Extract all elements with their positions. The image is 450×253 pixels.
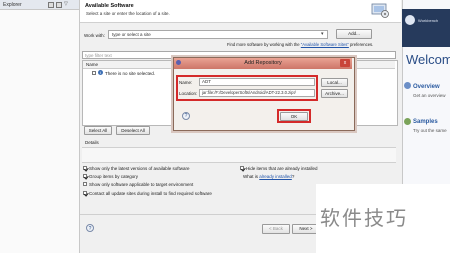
hide-installed-label: Hide items that are already installed bbox=[246, 166, 318, 171]
install-software-icon bbox=[371, 3, 389, 18]
project-explorer-panel bbox=[0, 0, 80, 253]
workbench-label[interactable]: Workbench bbox=[418, 18, 438, 23]
details-area bbox=[82, 147, 396, 163]
option-contact-sites-label: Contact all update sites during install … bbox=[89, 191, 212, 196]
what-is-installed-text: What is already installed? bbox=[243, 174, 295, 179]
dialog-title: Add Repository bbox=[244, 60, 282, 66]
option-group-category-checkbox[interactable] bbox=[83, 174, 87, 178]
samples-icon bbox=[404, 118, 411, 125]
more-software-text: Find more software by working with the "… bbox=[227, 42, 374, 47]
workbench-icon[interactable] bbox=[405, 15, 415, 25]
no-site-message: There is no site selected. bbox=[105, 71, 156, 76]
deselect-all-button[interactable]: Deselect All bbox=[116, 126, 150, 135]
wizard-title: Available Software bbox=[85, 3, 134, 9]
collapse-all-icon[interactable] bbox=[48, 2, 54, 8]
add-site-button[interactable]: Add... bbox=[336, 29, 372, 39]
hide-installed-checkbox[interactable] bbox=[240, 166, 244, 170]
chevron-down-icon[interactable]: ▾ bbox=[321, 31, 324, 37]
option-target-env-label: Show only software applicable to target … bbox=[89, 182, 194, 187]
archive-button[interactable]: Archive... bbox=[321, 89, 348, 98]
column-name-header[interactable]: Name bbox=[86, 62, 98, 67]
location-label: Location: bbox=[179, 91, 198, 96]
ok-button[interactable]: OK bbox=[280, 112, 308, 121]
back-button[interactable]: < Back bbox=[262, 224, 290, 234]
link-editor-icon[interactable] bbox=[56, 2, 62, 8]
already-installed-link[interactable]: already installed bbox=[259, 174, 292, 179]
option-contact-sites-checkbox[interactable] bbox=[83, 191, 87, 195]
project-explorer-tab-label: Explorer bbox=[3, 2, 22, 8]
overview-icon bbox=[404, 82, 411, 89]
details-label: Details bbox=[85, 140, 99, 145]
welcome-title: Welcom bbox=[406, 52, 450, 67]
close-icon[interactable]: x bbox=[340, 59, 350, 67]
wizard-description: Select a site or enter the location of a… bbox=[86, 11, 170, 16]
overview-link[interactable]: Overview bbox=[413, 84, 440, 90]
overview-subtitle: Get an overview bbox=[413, 93, 446, 98]
option-group-category-label: Group items by category bbox=[89, 174, 139, 179]
select-all-button[interactable]: Select All bbox=[84, 126, 112, 135]
dialog-help-icon[interactable]: ? bbox=[182, 112, 190, 120]
tree-item-checkbox[interactable] bbox=[92, 71, 96, 75]
option-target-env-checkbox[interactable] bbox=[83, 182, 87, 186]
samples-link[interactable]: Samples bbox=[413, 119, 438, 125]
watermark-text: 软件技巧 bbox=[320, 206, 408, 230]
work-with-value: type or select a site bbox=[112, 32, 151, 37]
option-latest-versions-checkbox[interactable] bbox=[83, 166, 87, 170]
local-button[interactable]: Local... bbox=[321, 78, 348, 87]
help-icon[interactable]: ? bbox=[86, 224, 94, 232]
work-with-combo[interactable]: type or select a site bbox=[108, 30, 328, 39]
available-software-sites-link[interactable]: "Available Software Sites" bbox=[301, 42, 349, 47]
samples-subtitle: Try out the same bbox=[413, 128, 447, 133]
option-latest-versions-label: Show only the latest versions of availab… bbox=[89, 166, 190, 171]
name-label: Name: bbox=[179, 80, 193, 85]
location-input[interactable]: jar:file:/F:/DeveloperSofts/Android/ADT-… bbox=[199, 89, 315, 97]
work-with-label: Work with: bbox=[84, 33, 105, 38]
name-input[interactable]: ADT bbox=[199, 78, 315, 86]
view-menu-icon[interactable]: ▽ bbox=[64, 1, 68, 7]
info-icon: i bbox=[98, 70, 103, 75]
